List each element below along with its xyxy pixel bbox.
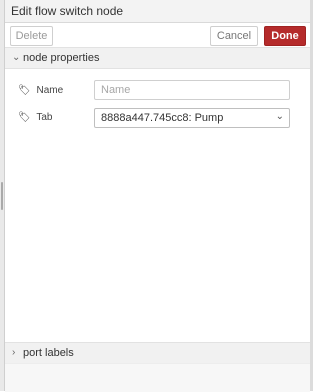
section-label: port labels [23, 347, 74, 359]
tab-label: 🏷 Tab [18, 112, 52, 123]
tag-icon: 🏷 [18, 85, 31, 96]
name-input[interactable] [94, 80, 290, 100]
section-node-properties[interactable]: ⌄ node properties [5, 48, 310, 69]
drag-handle-icon[interactable] [1, 182, 3, 210]
tray-footer [5, 363, 310, 392]
tag-icon: 🏷 [18, 112, 31, 123]
tray-title: Edit flow switch node [11, 4, 124, 18]
tray-header: Edit flow switch node [5, 0, 310, 23]
chevron-down-icon: ⌄ [12, 52, 21, 63]
chevron-down-icon: ⌄ [275, 111, 284, 122]
delete-button[interactable]: Delete [10, 26, 53, 46]
tray-toolbar: Delete Cancel Done [5, 23, 310, 48]
cancel-button[interactable]: Cancel [210, 26, 258, 46]
chevron-right-icon: › [12, 347, 16, 358]
scrollbar[interactable] [310, 0, 313, 391]
done-button[interactable]: Done [264, 26, 306, 46]
edit-tray: Edit flow switch node Delete Cancel Done… [0, 0, 313, 392]
tab-label-text: Tab [36, 112, 53, 123]
section-label: node properties [23, 52, 100, 64]
tab-select-value: 8888a447.745cc8: Pump [101, 112, 224, 124]
section-port-labels[interactable]: › port labels [5, 342, 310, 363]
name-label: 🏷 Name [18, 85, 63, 96]
tab-select[interactable]: 8888a447.745cc8: Pump ⌄ [94, 108, 290, 128]
name-label-text: Name [36, 85, 64, 96]
